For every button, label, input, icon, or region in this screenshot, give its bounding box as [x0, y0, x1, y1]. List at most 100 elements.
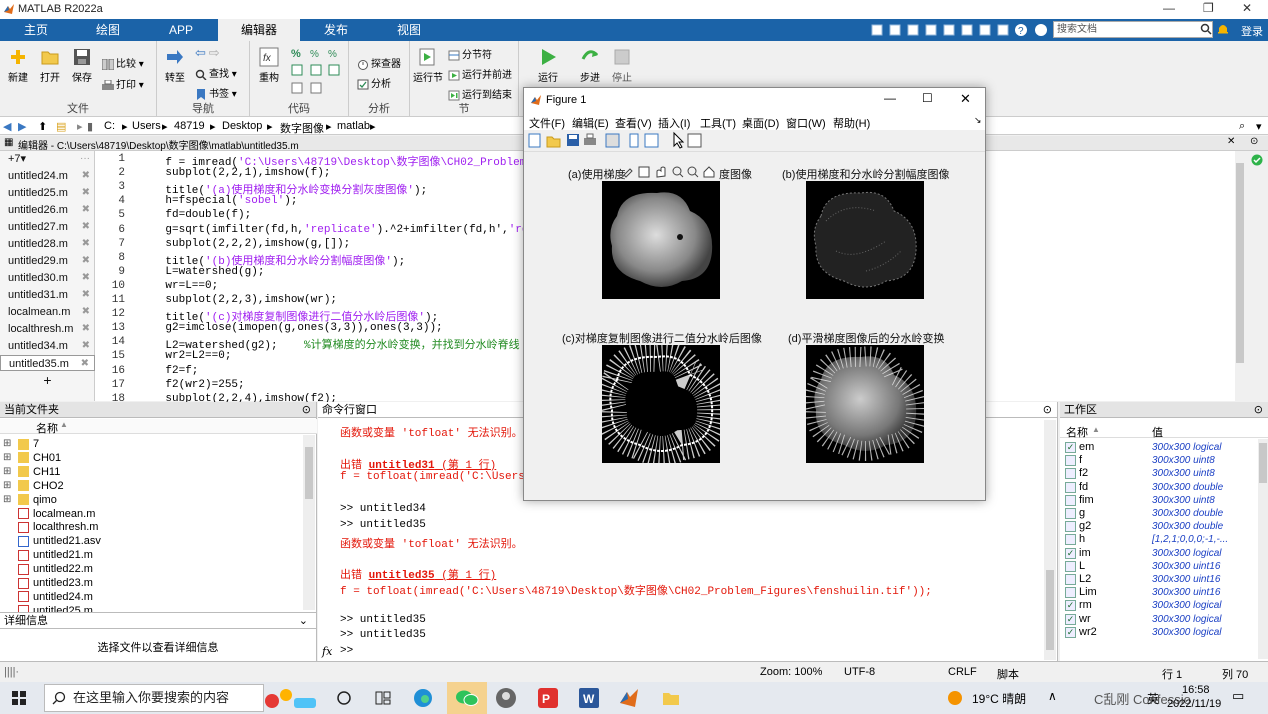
tab-close-icon[interactable]: ✖: [82, 253, 90, 269]
print-button[interactable]: 打印 ▾: [102, 76, 144, 91]
workspace-var-row[interactable]: f 300x300 uint8: [1060, 454, 1268, 467]
taskbar-time[interactable]: 16:58: [1182, 684, 1210, 696]
up-folder-icon[interactable]: ⬆: [38, 120, 47, 133]
file-tab[interactable]: untitled27.m ✖: [0, 219, 95, 235]
command-scrollbar[interactable]: [1044, 420, 1056, 660]
tab-close-icon[interactable]: ✖: [82, 270, 90, 286]
fig-menu-view[interactable]: 查看(V): [615, 115, 652, 131]
path-seg-5[interactable]: matlab: [337, 120, 370, 132]
code-line[interactable]: subplot(2,2,2),imshow(g,[]);: [139, 238, 350, 250]
chevron-down-icon[interactable]: ⌄: [299, 613, 308, 629]
multitask-icon[interactable]: [375, 691, 391, 705]
workspace-var-row[interactable]: L 300x300 uint16: [1060, 560, 1268, 573]
more-tabs-button[interactable]: +7▾ ···: [0, 151, 95, 167]
weather-text[interactable]: 19°C 晴朗: [972, 690, 1026, 707]
workspace-var-row[interactable]: f2 300x300 uint8: [1060, 467, 1268, 480]
workspace-var-row[interactable]: h [1,2,1;0,0,0;-1,-...: [1060, 533, 1268, 546]
code-line[interactable]: fd=double(f);: [139, 209, 251, 221]
file-tab[interactable]: untitled30.m ✖: [0, 270, 95, 286]
fig-menu-edit[interactable]: 编辑(E): [572, 115, 609, 131]
scrollbar-thumb[interactable]: [1046, 570, 1054, 650]
file-tab[interactable]: untitled25.m ✖: [0, 185, 95, 201]
fx-icon[interactable]: fx: [322, 645, 332, 658]
stop-button[interactable]: 停止: [607, 47, 637, 84]
minimize-button[interactable]: —: [1163, 1, 1175, 15]
file-tab[interactable]: untitled34.m ✖: [0, 338, 95, 354]
new-button[interactable]: 新建: [4, 47, 32, 84]
tab-close-icon[interactable]: ✖: [82, 236, 90, 252]
quick-access-icons[interactable]: ?: [870, 22, 1050, 38]
fig-menu-file[interactable]: 文件(F): [529, 115, 565, 131]
editor-close-icon[interactable]: ✕: [1227, 136, 1235, 147]
workspace-var-row[interactable]: ✓ wr 300x300 logical: [1060, 613, 1268, 626]
tab-close-icon[interactable]: ✖: [82, 168, 90, 184]
workspace-var-row[interactable]: g 300x300 double: [1060, 507, 1268, 520]
address-search-icon[interactable]: ⌕: [1239, 120, 1245, 133]
subplot-a-image[interactable]: [602, 181, 720, 299]
code-line[interactable]: f2(wr2)=255;: [139, 379, 244, 391]
analyze-button[interactable]: 分析: [357, 75, 391, 90]
forward-arrow-icon[interactable]: ▶: [18, 120, 26, 133]
matlab-taskbar-icon[interactable]: [618, 687, 640, 709]
path-seg-3[interactable]: Desktop: [222, 120, 262, 132]
workspace-var-row[interactable]: g2 300x300 double: [1060, 520, 1268, 533]
expand-icon[interactable]: ⊞: [3, 493, 11, 507]
workspace-var-row[interactable]: ✓ rm 300x300 logical: [1060, 599, 1268, 612]
fig-menu-window[interactable]: 窗口(W): [786, 115, 826, 131]
figure-toolbar-icons[interactable]: [524, 130, 714, 152]
file-tab[interactable]: untitled28.m ✖: [0, 236, 95, 252]
code-line[interactable]: L=watershed(g);: [139, 266, 264, 278]
tab-editor[interactable]: 编辑器: [218, 19, 300, 41]
code-line[interactable]: g=sqrt(imfilter(fd,h,'replicate').^2+imf…: [139, 224, 555, 236]
error-line-ref[interactable]: (第 1 行): [435, 460, 496, 472]
taskbar-date[interactable]: 2022/11/19: [1167, 698, 1221, 710]
back-forward-buttons[interactable]: ⇦ ⇨: [195, 45, 220, 61]
workspace-var-row[interactable]: fim 300x300 uint8: [1060, 494, 1268, 507]
chevron-up-icon[interactable]: ∧: [1048, 689, 1057, 703]
open-button[interactable]: 打开: [36, 47, 64, 84]
compare-button[interactable]: 比较 ▾: [102, 55, 144, 70]
tab-close-icon[interactable]: ✖: [82, 304, 90, 320]
code-line[interactable]: subplot(2,2,1),imshow(f);: [139, 167, 330, 179]
workspace-var-row[interactable]: fd 300x300 double: [1060, 481, 1268, 494]
subplot-c-image[interactable]: [595, 341, 728, 466]
subplot-b-image[interactable]: [806, 181, 924, 299]
editor-menu-icon[interactable]: ⊙: [1250, 136, 1258, 147]
fig-menu-tools[interactable]: 工具(T): [700, 115, 736, 131]
code-scrollbar[interactable]: [1235, 151, 1245, 401]
subplot-d-image[interactable]: [804, 345, 927, 463]
find-button[interactable]: 查找 ▾: [195, 65, 237, 80]
browse-folder-icon[interactable]: ▤: [56, 120, 66, 133]
file-tab[interactable]: localmean.m ✖: [0, 304, 95, 320]
user-avatar-icon[interactable]: [495, 687, 517, 709]
tab-close-icon[interactable]: ✖: [82, 219, 90, 235]
tab-close-icon[interactable]: ✖: [82, 185, 90, 201]
path-seg-1[interactable]: Users: [132, 120, 161, 132]
code-line[interactable]: g2=imclose(imopen(g,ones(3,3)),ones(3,3)…: [139, 322, 442, 334]
file-tab[interactable]: untitled24.m ✖: [0, 168, 95, 184]
error-line-ref[interactable]: (第 1 行): [435, 570, 496, 582]
file-tab[interactable]: localthresh.m ✖: [0, 321, 95, 337]
scrollbar-thumb[interactable]: [305, 447, 313, 499]
login-link[interactable]: 登录: [1241, 23, 1263, 39]
scrollbar-thumb[interactable]: [1236, 163, 1244, 363]
code-line[interactable]: wr2=L2==0;: [139, 350, 231, 362]
workspace-var-row[interactable]: L2 300x300 uint16: [1060, 573, 1268, 586]
figure-window[interactable]: Figure 1 — ☐ ✕ 文件(F) 编辑(E) 查看(V) 插入(I) 工…: [523, 87, 986, 501]
bookmark-button[interactable]: 书签 ▾: [195, 85, 237, 100]
word-app-icon[interactable]: W: [578, 687, 600, 709]
pdf-app-icon[interactable]: P: [537, 687, 559, 709]
code-line[interactable]: wr=L==0;: [139, 280, 218, 292]
folder-col-header[interactable]: 名称 ▲: [0, 419, 317, 435]
code-line[interactable]: subplot(2,2,3),imshow(wr);: [139, 294, 337, 306]
tab-close-icon[interactable]: ✖: [82, 202, 90, 218]
path-seg-2[interactable]: 48719: [174, 120, 205, 132]
notification-bell-icon[interactable]: [1217, 22, 1229, 36]
step-button[interactable]: 步进: [575, 47, 605, 84]
file-explorer-icon[interactable]: [660, 687, 682, 709]
fig-menu-desktop[interactable]: 桌面(D): [742, 115, 779, 131]
search-icon[interactable]: [1200, 23, 1212, 35]
tab-close-icon[interactable]: ✖: [82, 287, 90, 303]
edge-browser-icon[interactable]: [412, 688, 434, 708]
taskbar-search-input[interactable]: 在这里输入你要搜索的内容: [44, 684, 264, 712]
